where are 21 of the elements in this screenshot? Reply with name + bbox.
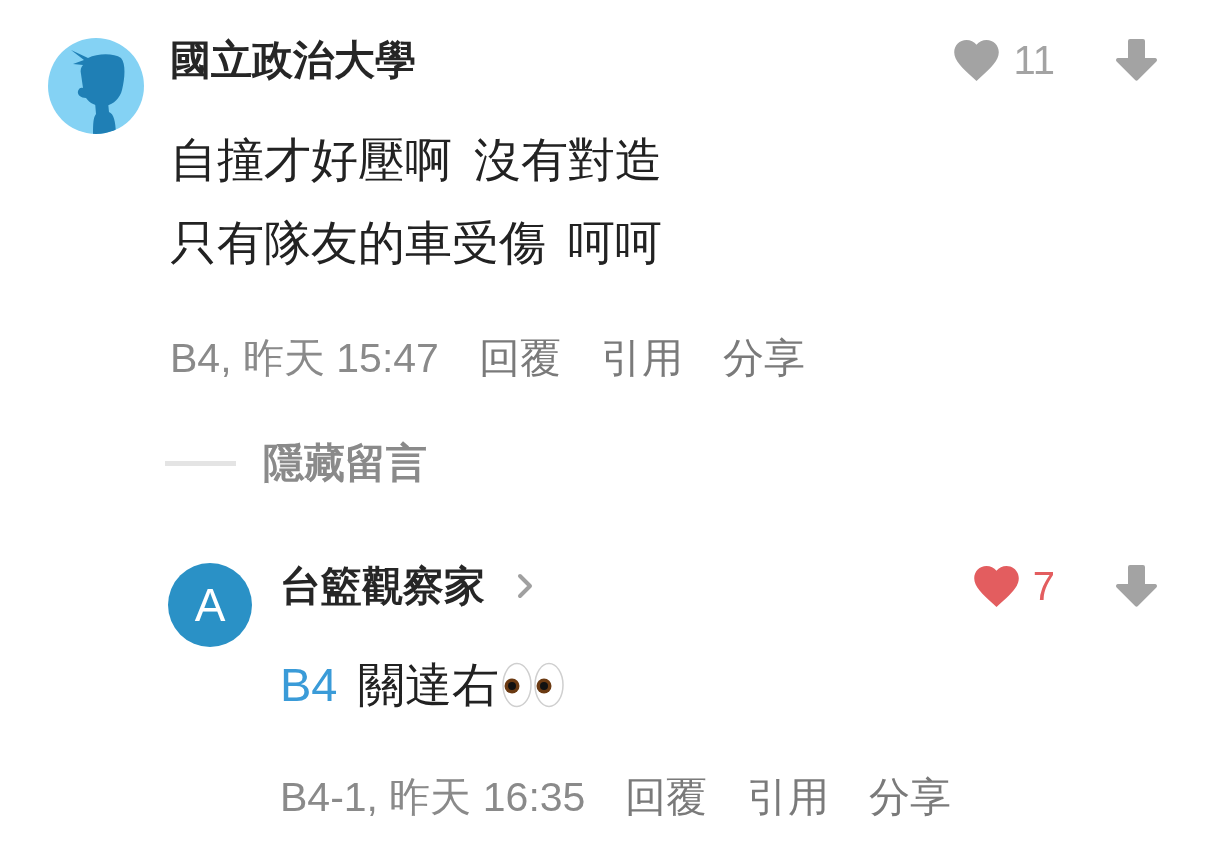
author-name: 國立政治大學 <box>170 36 416 85</box>
comment-text: 自撞才好壓啊 沒有對造 <box>170 132 663 188</box>
letter-avatar: A <box>168 563 252 647</box>
action-button[interactable]: 分享 <box>869 772 952 822</box>
hide-replies-button[interactable]: 隱藏留言 <box>263 438 427 488</box>
down-arrow-icon[interactable] <box>1115 39 1158 81</box>
action-button[interactable]: 引用 <box>747 772 830 822</box>
action-button[interactable]: 引用 <box>600 333 683 383</box>
comment-text: 只有隊友的車受傷 呵呵 <box>170 215 663 271</box>
post-meta: B4, 昨天 15:47 <box>170 333 439 383</box>
action-button[interactable]: 回覆 <box>478 333 561 383</box>
comment-text: B4 關達右 <box>280 643 564 726</box>
down-arrow-icon[interactable] <box>1115 565 1158 607</box>
like-button[interactable]: 11 <box>954 37 1055 83</box>
post-meta: B4-1, 昨天 16:35 <box>280 772 586 822</box>
like-button[interactable]: 7 <box>973 563 1055 609</box>
avatar-silhouette-icon <box>48 38 144 134</box>
action-button[interactable]: 回覆 <box>625 772 708 822</box>
author-name: 台籃觀察家 <box>280 562 485 611</box>
mention-link[interactable]: B4 <box>280 643 338 726</box>
action-button[interactable]: 分享 <box>722 333 805 383</box>
